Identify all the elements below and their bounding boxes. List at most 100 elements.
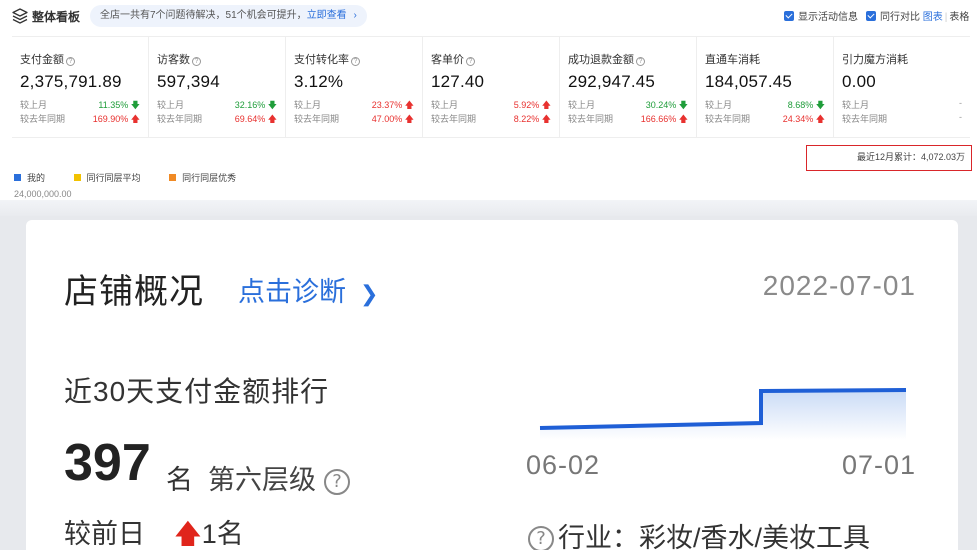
metric-label: 直通车消耗 [705,54,760,66]
view-chart-tab[interactable]: 图表 [923,12,943,23]
arrow-down-icon: 🡇 [815,100,825,110]
metric-card-refund[interactable]: 成功退款金额? 292,947.45 较上月 30.24% 🡇 较去年同期 166.… [560,37,697,137]
arrow-up-icon: 🡅 [541,100,551,110]
rank-number: 397 [64,434,151,492]
arrow-up-icon: 🡅 [404,114,414,124]
compare-label: 较去年同期 [20,114,66,124]
rank-title: 近30天支付金额排行 [64,376,330,407]
arrow-up-icon: 🡅 [174,519,202,550]
change-value: 30.24% [645,100,677,110]
metric-card-ylmf-spend[interactable]: 引力魔方消耗 0.00 较上月 - 较去年同期 - [834,37,970,137]
diagnose-label: 点击诊断 [238,277,346,307]
section-divider [0,200,977,216]
legend-label: 我的 [27,173,46,183]
help-icon[interactable]: ? [324,469,350,495]
chevron-right-icon: ❯ [360,282,379,307]
compare-label: 较上月 [568,100,596,110]
metric-card-visitors[interactable]: 访客数? 597,394 较上月 32.16% 🡇 较去年同期 69.64% 🡅 [149,37,286,137]
compare-label: 较上月 [705,100,733,110]
show-activity-label: 显示活动信息 [798,12,858,23]
arrow-up-icon: 🡅 [267,114,277,124]
chevron-right-icon: › [353,10,357,21]
compare-label: 较上月 [20,100,48,110]
help-icon[interactable]: ? [636,57,645,66]
compare-rank-change: 1名 [201,519,244,549]
metric-label: 支付金额 [20,54,64,66]
metric-value: 597,394 [157,72,220,91]
legend-swatch [73,174,81,181]
arrow-up-icon: 🡅 [130,114,140,124]
industry-info: ? 行业：彩妆/香水/美妆工具 [528,516,870,550]
change-value: 11.35% [98,100,129,110]
y-axis-top-value: 24,000,000.00 [14,189,72,199]
arrow-down-icon: 🡇 [678,100,688,110]
change-value: 23.37% [371,100,403,110]
legend-label: 同行同层优秀 [182,173,237,183]
metric-card-avg-order[interactable]: 客单价? 127.40 较上月 5.92% 🡅 较去年同期 8.22% 🡅 [423,37,560,137]
page-title: 整体看板 [32,10,81,24]
metric-card-pay-amount[interactable]: 支付金额? 2,375,791.89 较上月 11.35% 🡇 较去年同期 169.… [12,37,149,137]
metric-card-conversion[interactable]: 支付转化率? 3.12% 较上月 23.37% 🡅 较去年同期 47.00% 🡅 [286,37,423,137]
metric-value: 2,375,791.89 [20,72,122,91]
help-icon[interactable]: ? [466,57,475,66]
arrow-down-icon: 🡇 [130,100,140,110]
legend-item-peer-excellent[interactable]: 同行同层优秀 [169,171,236,184]
sparkline-area [540,390,906,440]
legend-label: 同行同层平均 [86,173,141,183]
view-divider: | [944,12,948,23]
compare-label: 较上月 [842,100,870,110]
diagnose-link[interactable]: 点击诊断 ❯ [238,270,378,309]
compare-label: 较去年同期 [568,114,614,124]
card-title: 店铺概况 [64,273,204,311]
metric-cards: 支付金额? 2,375,791.89 较上月 11.35% 🡇 较去年同期 169.… [12,36,970,138]
compare-value: 🡅1名 [174,512,244,550]
shop-overview-section: 店铺概况 点击诊断 ❯ 2022-07-01 近30天支付金额排行 397 名 第… [0,216,977,550]
help-icon[interactable]: ? [66,57,75,66]
change-value: 166.66% [640,114,677,124]
rank-level-label: 第六层级 [208,465,316,495]
change-value: 24.34% [782,114,814,124]
compare-label: 较上月 [431,100,459,110]
legend-item-mine[interactable]: 我的 [14,171,45,184]
x-axis-start-label: 06-02 [526,450,601,480]
overview-dashboard: 整体看板 全店一共有7个问题待解决，51个机会可提升，立即查看 › 显示活动信息… [0,0,977,200]
metric-value: 0.00 [842,72,876,91]
legend-swatch [14,174,21,181]
metric-label: 支付转化率 [294,54,349,66]
help-icon[interactable]: ? [351,57,360,66]
compare-label: 较去年同期 [705,114,751,124]
chart-legend: 我的 同行同层平均 同行同层优秀 [14,171,262,184]
metric-label: 客单价 [431,54,464,66]
problem-notice-banner[interactable]: 全店一共有7个问题待解决，51个机会可提升，立即查看 › [90,5,367,27]
metric-value: 127.40 [431,72,485,91]
change-value: 5.92% [513,100,540,110]
change-value: 8.68% [787,100,814,110]
layers-icon [12,8,28,24]
metric-value: 184,057.45 [705,72,793,91]
rank-level: 第六层级? [208,458,350,497]
rank-trend-sparkline [539,388,907,440]
compare-label: 较上月 [157,100,185,110]
view-table-tab[interactable]: 表格 [949,12,969,23]
industry-label: 行业：彩妆/香水/美妆工具 [558,523,871,550]
change-value: 32.16% [234,100,266,110]
legend-item-peer-average[interactable]: 同行同层平均 [73,171,141,184]
help-icon[interactable]: ? [192,57,201,66]
checkbox-checked-icon[interactable] [866,11,876,21]
change-value: - [959,98,962,108]
metric-label: 引力魔方消耗 [842,54,908,66]
peer-compare-label: 同行对比 [880,12,920,23]
metric-card-ztc-spend[interactable]: 直通车消耗 184,057.45 较上月 8.68% 🡇 较去年同期 24.34% … [697,37,834,137]
arrow-up-icon: 🡅 [815,114,825,124]
x-axis-end-label: 07-01 [841,450,916,480]
show-activity-toggle[interactable]: 显示活动信息 [784,8,858,23]
peer-compare-toggle[interactable]: 同行对比 图表 | 表格 [866,8,969,23]
view-now-link[interactable]: 立即查看 [307,10,347,21]
dashboard-header: 整体看板 全店一共有7个问题待解决，51个机会可提升，立即查看 › 显示活动信息… [0,0,977,32]
help-icon[interactable]: ? [528,526,554,550]
compare-label: 较去年同期 [157,114,203,124]
metric-label: 成功退款金额 [568,54,634,66]
checkbox-checked-icon[interactable] [784,11,794,21]
card-date: 2022-07-01 [762,270,916,301]
shop-overview-card: 店铺概况 点击诊断 ❯ 2022-07-01 近30天支付金额排行 397 名 第… [26,220,958,550]
